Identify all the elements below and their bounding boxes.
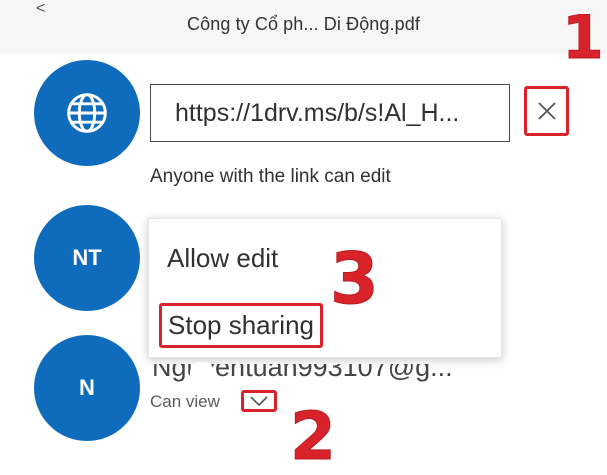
menu-item-allow-edit[interactable]: Allow edit	[167, 243, 278, 274]
mouse-cursor-icon	[190, 362, 214, 388]
chevron-down-icon	[250, 396, 268, 407]
avatar: N	[34, 335, 140, 441]
person-permission-label[interactable]: Can view	[150, 392, 220, 412]
permission-dropdown-menu: Allow edit Stop sharing	[148, 218, 502, 358]
menu-item-stop-sharing[interactable]: Stop sharing	[159, 303, 323, 348]
link-permission-text: Anyone with the link can edit	[150, 166, 391, 187]
avatar: NT	[34, 205, 140, 311]
remove-link-button[interactable]	[524, 86, 569, 136]
step-marker: 3	[330, 238, 380, 320]
globe-avatar	[34, 60, 140, 166]
header-bar: ˂ Công ty Cổ ph... Di Động.pdf	[0, 0, 607, 53]
step-marker: 1	[562, 3, 605, 73]
close-icon	[537, 102, 556, 120]
file-title: Công ty Cổ ph... Di Động.pdf	[187, 14, 420, 34]
step-marker: 2	[290, 398, 337, 475]
share-link-input[interactable]: https://1drv.ms/b/s!Al_H...	[150, 84, 510, 142]
globe-icon	[67, 93, 107, 133]
permission-dropdown-toggle[interactable]	[241, 390, 277, 412]
